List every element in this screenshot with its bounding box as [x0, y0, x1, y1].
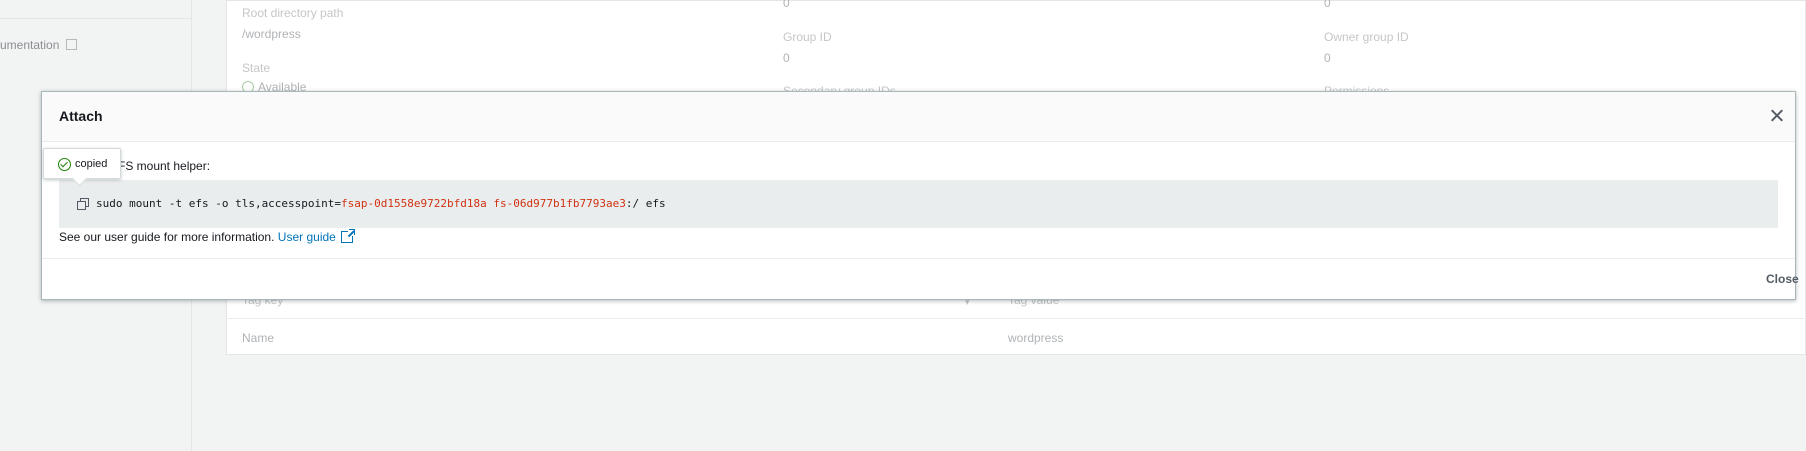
- tag-row-value: wordpress: [1008, 331, 1064, 345]
- instruction-visible-text: FS mount helper:: [118, 159, 211, 173]
- command-suffix: :/ efs: [625, 197, 666, 210]
- success-check-icon: [58, 158, 71, 171]
- copy-icon[interactable]: [77, 198, 89, 210]
- tag-row-key: Name: [242, 331, 275, 345]
- top-value-mid: 0: [783, 0, 790, 10]
- external-link-icon: [66, 39, 78, 50]
- root-directory-label: Root directory path: [242, 6, 344, 20]
- copied-tooltip-text: copied: [75, 158, 108, 170]
- group-id-value: 0: [783, 51, 790, 65]
- modal-footer-divider: [42, 258, 1795, 259]
- sidebar-divider: [0, 18, 192, 19]
- user-guide-link-label: User guide: [277, 230, 336, 244]
- root-directory-value: /wordpress: [242, 27, 301, 41]
- close-icon[interactable]: [1767, 106, 1787, 126]
- external-link-icon: [340, 229, 355, 243]
- documentation-link-label: umentation: [0, 38, 60, 52]
- mount-command-box: sudo mount -t efs -o tls,accesspoint=fsa…: [59, 180, 1778, 228]
- access-point-id: fsap-0d1558e9722bfd18a: [341, 197, 487, 210]
- state-label: State: [242, 61, 271, 75]
- user-guide-link[interactable]: User guide: [277, 229, 355, 244]
- copied-tooltip: copied: [43, 148, 121, 179]
- user-guide-note: See our user guide for more information.…: [59, 229, 355, 244]
- documentation-link[interactable]: umentation: [0, 38, 78, 52]
- user-guide-note-text: See our user guide for more information.: [59, 230, 275, 244]
- modal-title: Attach: [59, 108, 103, 124]
- group-id-label: Group ID: [783, 30, 832, 44]
- modal-header: Attach: [42, 92, 1795, 142]
- file-system-id: fs-06d977b1fb7793ae3: [493, 197, 626, 210]
- mount-command: sudo mount -t efs -o tls,accesspoint=fsa…: [96, 197, 666, 210]
- close-button[interactable]: Close: [1766, 272, 1799, 286]
- owner-group-id-value: 0: [1324, 51, 1331, 65]
- owner-group-id-label: Owner group ID: [1324, 30, 1409, 44]
- table-row-divider: [226, 318, 1806, 319]
- top-value-right: 0: [1324, 0, 1331, 10]
- attach-modal: Attach FS mount helper: sudo mount -t ef…: [41, 91, 1799, 300]
- command-prefix: sudo mount -t efs -o tls,accesspoint=: [96, 197, 342, 210]
